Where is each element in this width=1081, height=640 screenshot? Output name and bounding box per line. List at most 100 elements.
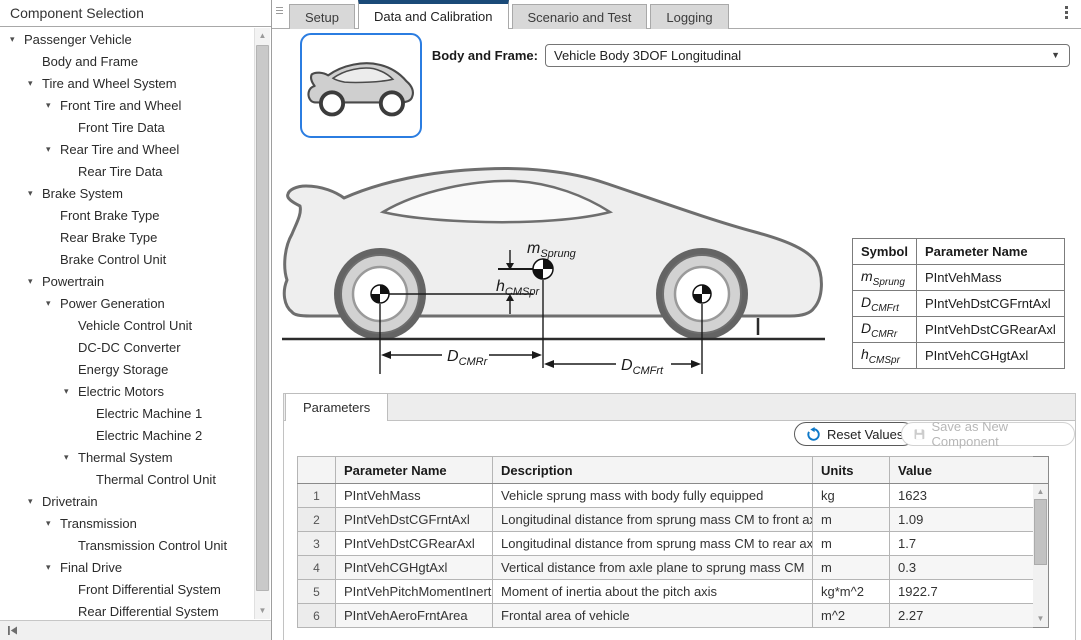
reset-values-button[interactable]: Reset Values [794,422,915,446]
tree-expander-icon[interactable]: ▾ [64,386,78,397]
sprung-mass-cm-marker [533,259,553,279]
scrollbar-thumb[interactable] [256,45,269,591]
tree-item-label: Rear Differential System [78,604,219,619]
scroll-down-icon[interactable]: ▼ [255,603,270,619]
symbol-cell: DCMRr [853,317,917,343]
tree-item-dc-dc-converter[interactable]: DC-DC Converter [0,336,253,358]
table-row: 6PIntVehAeroFrntAreaFrontal area of vehi… [298,604,1034,628]
tree-item-label: Electric Machine 1 [96,406,202,421]
body-frame-label: Body and Frame: [420,44,538,67]
tree-item-electric-motors[interactable]: ▾Electric Motors [0,380,253,402]
table-row: 5PIntVehPitchMomentInertiaMoment of iner… [298,580,1034,604]
tab-setup[interactable]: Setup [289,4,355,29]
tree-item-label: Body and Frame [42,54,138,69]
tree-item-label: Front Differential System [78,582,221,597]
tree-item-transmission-control-unit[interactable]: Transmission Control Unit [0,534,253,556]
tree-expander-icon[interactable]: ▾ [46,298,60,309]
parameter-name-cell: PIntVehAeroFrntArea [336,604,493,628]
value-cell[interactable]: 1.09 [890,508,1034,532]
description-cell: Vertical distance from axle plane to spr… [493,556,813,580]
dist-rear-label: DCMRr [447,348,489,368]
tree-item-power-generation[interactable]: ▾Power Generation [0,292,253,314]
units-cell: m [813,532,890,556]
tree-item-brake-system[interactable]: ▾Brake System [0,182,253,204]
tree-item-thermal-system[interactable]: ▾Thermal System [0,446,253,468]
units-cell: m^2 [813,604,890,628]
tree-item-label: DC-DC Converter [78,340,181,355]
value-cell[interactable]: 2.27 [890,604,1034,628]
tree-item-label: Drivetrain [42,494,98,509]
body-frame-selected-value: Vehicle Body 3DOF Longitudinal [554,48,741,63]
overflow-menu-icon[interactable] [1061,6,1071,19]
tree-item-front-brake-type[interactable]: Front Brake Type [0,204,253,226]
tree-item-label: Power Generation [60,296,165,311]
tree-item-rear-tire-data[interactable]: Rear Tire Data [0,160,253,182]
save-as-new-component-button[interactable]: Save as New Component [901,422,1075,446]
tree-item-final-drive[interactable]: ▾Final Drive [0,556,253,578]
tree-item-tire-and-wheel-system[interactable]: ▾Tire and Wheel System [0,72,253,94]
vehicle-dimensions-diagram: mSprung hCMSpr DCMRr DCMFrt [280,152,850,392]
tree-expander-icon[interactable]: ▾ [46,100,60,111]
tree-item-rear-brake-type[interactable]: Rear Brake Type [0,226,253,248]
scroll-up-icon[interactable]: ▲ [255,28,270,44]
table-scrollbar-thumb[interactable] [1034,499,1047,565]
tree-item-energy-storage[interactable]: Energy Storage [0,358,253,380]
tree-expander-icon[interactable]: ▾ [10,34,24,45]
table-scroll-down-icon[interactable]: ▼ [1033,612,1048,626]
tree-item-vehicle-control-unit[interactable]: Vehicle Control Unit [0,314,253,336]
table-scrollbar[interactable]: ▲ ▼ [1033,456,1049,628]
tree-item-label: Front Tire Data [78,120,165,135]
tree-item-body-and-frame[interactable]: Body and Frame [0,50,253,72]
tree-expander-icon[interactable]: ▾ [28,78,42,89]
tree-item-electric-machine-2[interactable]: Electric Machine 2 [0,424,253,446]
value-cell[interactable]: 0.3 [890,556,1034,580]
value-cell[interactable]: 1623 [890,484,1034,508]
units-cell: kg [813,484,890,508]
value-cell[interactable]: 1.7 [890,532,1034,556]
row-number-cell: 3 [298,532,336,556]
units-cell: kg*m^2 [813,580,890,604]
tree-item-drivetrain[interactable]: ▾Drivetrain [0,490,253,512]
tree-item-label: Electric Motors [78,384,164,399]
tab-scenario-and-test[interactable]: Scenario and Test [512,4,648,29]
tree-item-front-tire-data[interactable]: Front Tire Data [0,116,253,138]
tree-item-brake-control-unit[interactable]: Brake Control Unit [0,248,253,270]
tree-item-label: Passenger Vehicle [24,32,132,47]
value-cell[interactable]: 1922.7 [890,580,1034,604]
tree-item-front-tire-and-wheel[interactable]: ▾Front Tire and Wheel [0,94,253,116]
column-header-units: Units [813,457,890,484]
row-number-cell: 1 [298,484,336,508]
tab-data-and-calibration[interactable]: Data and Calibration [358,0,509,29]
parameters-tab-strip: Parameters [284,394,1075,421]
tab-parameters[interactable]: Parameters [285,393,388,421]
tree-item-rear-differential-system[interactable]: Rear Differential System [0,600,253,620]
virtual-vehicle-composer-window: Component Selection ▾Passenger VehicleBo… [0,0,1081,640]
tree-expander-icon[interactable]: ▾ [28,188,42,199]
tree-item-thermal-control-unit[interactable]: Thermal Control Unit [0,468,253,490]
tab-logging[interactable]: Logging [650,4,728,29]
tree-expander-icon[interactable]: ▾ [46,562,60,573]
tree-expander-icon[interactable]: ▾ [46,518,60,529]
row-number-cell: 6 [298,604,336,628]
row-number-cell: 4 [298,556,336,580]
tree-item-rear-tire-and-wheel[interactable]: ▾Rear Tire and Wheel [0,138,253,160]
sidebar-scrollbar[interactable]: ▲ ▼ [254,28,270,619]
reset-icon [806,427,821,442]
tree-item-passenger-vehicle[interactable]: ▾Passenger Vehicle [0,28,253,50]
symbol-table-row: DCMFrtPIntVehDstCGFrntAxl [853,291,1065,317]
tree-item-electric-machine-1[interactable]: Electric Machine 1 [0,402,253,424]
tree-expander-icon[interactable]: ▾ [28,496,42,507]
tree-item-label: Tire and Wheel System [42,76,177,91]
tree-item-powertrain[interactable]: ▾Powertrain [0,270,253,292]
component-selection-sidebar: Component Selection ▾Passenger VehicleBo… [0,0,272,640]
body-frame-dropdown[interactable]: Vehicle Body 3DOF Longitudinal ▼ [545,44,1070,67]
tree-expander-icon[interactable]: ▾ [46,144,60,155]
tree-item-front-differential-system[interactable]: Front Differential System [0,578,253,600]
tree-expander-icon[interactable]: ▾ [28,276,42,287]
vehicle-thumbnail-card[interactable] [300,33,422,138]
table-scroll-up-icon[interactable]: ▲ [1033,485,1048,499]
tree-item-label: Transmission [60,516,137,531]
tree-item-transmission[interactable]: ▾Transmission [0,512,253,534]
tree-expander-icon[interactable]: ▾ [64,452,78,463]
collapse-sidebar-icon[interactable] [6,624,19,637]
